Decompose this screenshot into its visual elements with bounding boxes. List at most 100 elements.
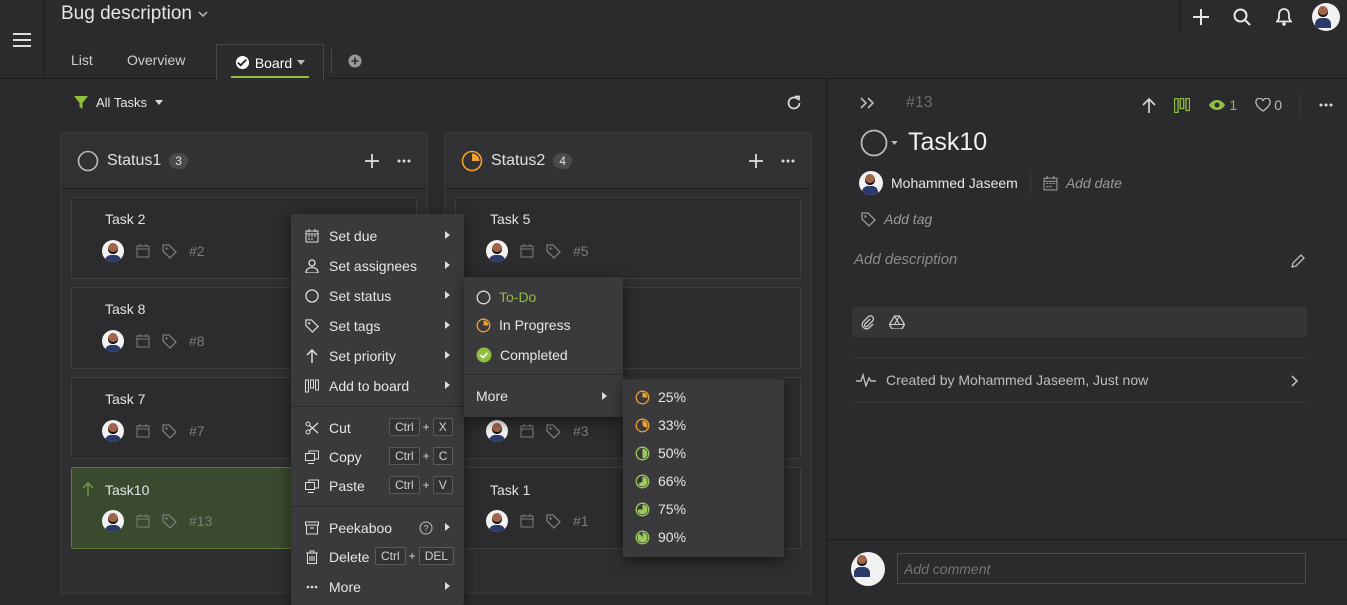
card-avatar[interactable] — [486, 420, 508, 442]
status-option-in-progress[interactable]: In Progress — [464, 311, 623, 339]
calendar-icon[interactable] — [136, 334, 150, 348]
caret-down-icon — [891, 140, 898, 145]
tag-icon[interactable] — [162, 333, 177, 349]
menu-item-label: Set assignees — [329, 257, 417, 274]
progress-option-label: 25% — [658, 389, 687, 405]
more-horizontal-icon[interactable] — [781, 159, 795, 163]
status-selector[interactable] — [860, 129, 898, 157]
status-option-todo[interactable]: To-Do — [464, 283, 623, 311]
tab-board[interactable]: Board — [216, 44, 324, 80]
menu-item-add-to-board[interactable]: Add to board — [291, 371, 464, 400]
status-in-progress-icon — [476, 318, 491, 332]
menu-item-set-status[interactable]: Set status — [291, 281, 464, 310]
column-count-badge: 3 — [169, 152, 188, 169]
more-horizontal-icon[interactable] — [397, 159, 411, 163]
tab-overview[interactable]: Overview — [127, 52, 185, 68]
menu-item-peekaboo[interactable]: Peekaboo ? — [291, 513, 464, 542]
notifications-button[interactable] — [1263, 0, 1305, 34]
add-button[interactable] — [1179, 0, 1221, 34]
more-horizontal-icon — [306, 585, 318, 588]
collapse-panel-icon[interactable] — [860, 97, 876, 109]
arrow-up-icon[interactable] — [1142, 97, 1156, 113]
progress-option-75[interactable]: 75% — [623, 495, 784, 523]
user-avatar-button[interactable] — [1305, 0, 1347, 34]
tag-icon[interactable] — [546, 513, 561, 529]
card-avatar[interactable] — [102, 510, 124, 532]
likes-count: 0 — [1274, 97, 1282, 113]
add-card-icon[interactable] — [365, 153, 379, 168]
calendar-icon[interactable] — [136, 424, 150, 438]
menu-item-set-assignees[interactable]: Set assignees — [291, 251, 464, 280]
card-avatar[interactable] — [486, 240, 508, 262]
progress-option-33[interactable]: 33% — [623, 411, 784, 439]
archive-icon — [305, 521, 319, 534]
watchers-button[interactable]: 1 — [1208, 97, 1237, 113]
menu-item-set-tags[interactable]: Set tags — [291, 311, 464, 340]
more-horizontal-icon[interactable] — [1319, 103, 1333, 107]
menu-item-more[interactable]: More — [291, 572, 464, 601]
activity-row[interactable]: Created by Mohammed Jaseem, Just now — [852, 357, 1307, 403]
activity-text: Created by Mohammed Jaseem, Just now — [886, 372, 1149, 388]
progress-option-50[interactable]: 50% — [623, 439, 784, 467]
help-icon[interactable]: ? — [419, 521, 433, 535]
paperclip-icon[interactable] — [860, 314, 875, 330]
google-drive-icon[interactable] — [889, 315, 905, 329]
task-card[interactable]: Task 5 #5 — [455, 197, 801, 279]
add-date-button[interactable]: Add date — [1066, 175, 1122, 191]
menu-item-label: Add to board — [329, 377, 410, 394]
tag-icon[interactable] — [546, 423, 561, 439]
caret-down-icon — [297, 60, 306, 65]
card-avatar[interactable] — [486, 510, 508, 532]
menu-item-paste[interactable]: Paste Ctrl + V — [291, 471, 464, 500]
comment-input[interactable] — [897, 553, 1306, 584]
add-tag-button[interactable]: Add tag — [861, 211, 932, 227]
card-title: Task 7 — [105, 391, 146, 407]
copy-icon — [305, 450, 319, 464]
calendar-icon[interactable] — [136, 514, 150, 528]
status-option-completed[interactable]: Completed — [464, 341, 623, 369]
search-button[interactable] — [1221, 0, 1263, 34]
card-avatar[interactable] — [102, 330, 124, 352]
menu-item-label: Peekaboo — [329, 519, 393, 536]
menu-item-cut[interactable]: Cut Ctrl + X — [291, 413, 464, 442]
menu-item-copy[interactable]: Copy Ctrl + C — [291, 442, 464, 471]
progress-option-66[interactable]: 66% — [623, 467, 784, 495]
progress-75-icon — [635, 502, 650, 516]
calendar-icon[interactable] — [520, 514, 534, 528]
calendar-icon[interactable] — [520, 424, 534, 438]
tag-icon[interactable] — [162, 423, 177, 439]
hamburger-menu-button[interactable] — [0, 0, 45, 79]
progress-option-90[interactable]: 90% — [623, 523, 784, 551]
calendar-icon[interactable] — [520, 244, 534, 258]
add-view-button[interactable] — [348, 54, 362, 68]
column-count-badge: 4 — [553, 152, 572, 169]
tag-icon[interactable] — [162, 243, 177, 259]
progress-option-25[interactable]: 25% — [623, 383, 784, 411]
likes-button[interactable]: 0 — [1255, 97, 1282, 113]
menu-item-set-due[interactable]: Set due — [291, 221, 464, 250]
attachments-bar — [852, 307, 1307, 337]
refresh-button[interactable] — [786, 95, 802, 111]
card-id: #3 — [573, 423, 589, 439]
card-avatar[interactable] — [102, 420, 124, 442]
progress-33-icon — [635, 418, 650, 432]
project-title[interactable]: Bug description — [61, 3, 208, 25]
add-card-icon[interactable] — [749, 153, 763, 168]
menu-item-delete[interactable]: Delete Ctrl + DEL — [291, 542, 464, 571]
assignee-avatar[interactable] — [859, 171, 883, 195]
tab-list[interactable]: List — [71, 52, 93, 68]
status-option-more[interactable]: More — [464, 382, 623, 410]
tag-icon[interactable] — [162, 513, 177, 529]
heart-icon — [1255, 98, 1271, 112]
tag-icon[interactable] — [546, 243, 561, 259]
pencil-icon[interactable] — [1290, 253, 1306, 269]
progress-25-icon — [635, 390, 650, 404]
assignee-name[interactable]: Mohammed Jaseem — [891, 175, 1018, 191]
task-title[interactable]: Task10 — [860, 128, 987, 157]
filter-dropdown[interactable]: All Tasks — [74, 95, 164, 110]
menu-item-set-priority[interactable]: Set priority — [291, 341, 464, 370]
calendar-icon[interactable] — [136, 244, 150, 258]
description-field[interactable]: Add description — [854, 251, 1306, 268]
board-columns-icon[interactable] — [1174, 97, 1191, 113]
card-avatar[interactable] — [102, 240, 124, 262]
